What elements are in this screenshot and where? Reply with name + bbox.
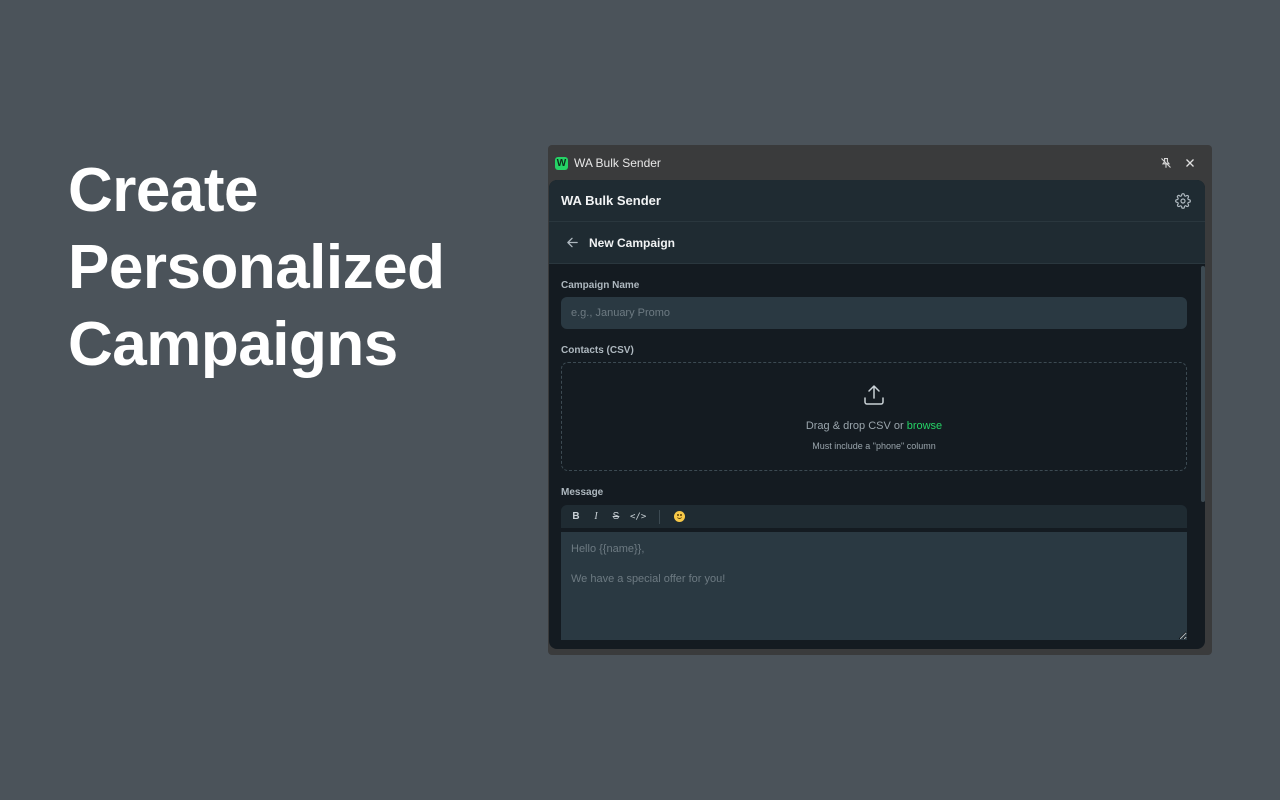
campaign-name-input[interactable] xyxy=(561,297,1187,329)
headline-line-3: Campaigns xyxy=(68,310,398,379)
app-logo-icon: W xyxy=(555,156,568,170)
window-titlebar[interactable]: W WA Bulk Sender xyxy=(548,145,1212,181)
toolbar-divider xyxy=(659,509,661,524)
close-icon[interactable] xyxy=(1178,153,1202,173)
page-subheader: New Campaign xyxy=(549,222,1205,264)
contacts-label: Contacts (CSV) xyxy=(561,345,634,356)
message-label: Message xyxy=(561,487,604,498)
message-toolbar: B I S </> xyxy=(561,505,1187,529)
strikethrough-button[interactable]: S xyxy=(607,508,625,526)
italic-button[interactable]: I xyxy=(587,508,605,526)
dropzone-instruction: Drag & drop CSV or xyxy=(805,419,907,432)
message-textarea[interactable] xyxy=(561,532,1187,640)
headline-line-1: Create xyxy=(68,156,259,225)
back-arrow-icon[interactable] xyxy=(561,232,583,254)
headline-line-2: Personalized xyxy=(68,233,445,302)
upload-icon xyxy=(862,383,886,412)
browse-link[interactable]: browse xyxy=(907,420,942,432)
app-header: WA Bulk Sender xyxy=(549,180,1205,222)
bold-button[interactable]: B xyxy=(567,508,585,526)
campaign-name-label: Campaign Name xyxy=(561,280,640,291)
dropzone-text: Drag & drop CSV or browse xyxy=(806,420,942,432)
page-title: New Campaign xyxy=(589,235,676,250)
app-window: W WA Bulk Sender WA Bulk Sender New Camp… xyxy=(548,145,1212,655)
pin-off-icon[interactable] xyxy=(1154,153,1178,173)
app-brand: WA Bulk Sender xyxy=(561,193,661,208)
hero-headline: Create Personalized Campaigns xyxy=(68,152,445,383)
panel-scrollbar[interactable] xyxy=(1201,266,1205,502)
window-title: WA Bulk Sender xyxy=(574,156,661,170)
code-button[interactable]: </> xyxy=(627,508,649,526)
smiley-icon xyxy=(674,511,686,522)
csv-dropzone[interactable]: Drag & drop CSV or browse Must include a… xyxy=(561,362,1187,471)
dropzone-hint: Must include a "phone" column xyxy=(812,440,936,451)
gear-icon[interactable] xyxy=(1173,191,1193,211)
emoji-button[interactable] xyxy=(668,508,688,526)
extension-panel: WA Bulk Sender New Campaign Campaign Nam… xyxy=(549,180,1205,649)
